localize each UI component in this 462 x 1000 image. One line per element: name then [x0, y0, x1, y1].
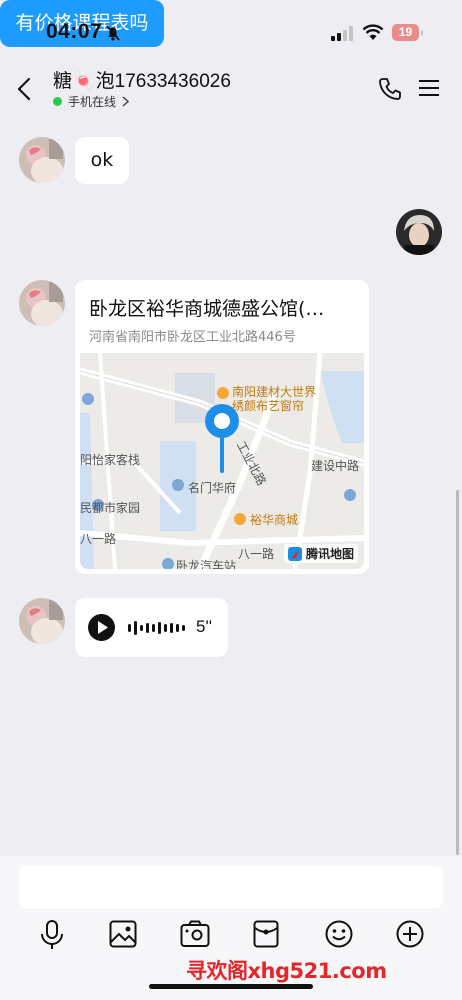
chat-header: 糖🍬泡17633436026 手机在线	[0, 62, 462, 116]
cellular-signal-icon	[331, 26, 353, 41]
battery-level: 19	[398, 25, 413, 39]
map-road-label: 八一路	[80, 532, 117, 546]
emoji-icon[interactable]	[325, 920, 353, 948]
contact-avatar[interactable]	[19, 598, 65, 644]
online-status-label: 手机在线	[68, 95, 117, 109]
location-title: 卧龙区裕华商城德盛公馆(…	[89, 298, 325, 320]
menu-icon[interactable]	[418, 79, 440, 97]
location-address: 河南省南阳市卧龙区工业北路446号	[89, 330, 296, 345]
map-road-label: 建设中路	[311, 459, 360, 473]
input-panel: 寻欢阁xhg521.com	[0, 856, 462, 1000]
battery-tip	[421, 30, 423, 36]
map-preview[interactable]: 南阳建材大世界 绣颜布艺窗帘 工业北路 建设中路 阳怡家客栈 名门华府 民都市家…	[80, 353, 364, 569]
home-indicator[interactable]	[149, 984, 313, 989]
phone-icon[interactable]	[377, 76, 403, 102]
map-poi-label: 卧龙汽车站	[176, 559, 237, 569]
status-time: 04:07	[46, 20, 103, 43]
map-provider-badge: 腾讯地图	[283, 544, 358, 563]
my-avatar[interactable]	[396, 209, 442, 255]
map-provider-label: 腾讯地图	[305, 547, 354, 561]
online-status[interactable]: 手机在线	[53, 93, 130, 110]
silent-bell-icon	[106, 25, 120, 41]
location-message-card[interactable]: 卧龙区裕华商城德盛公馆(… 河南省南阳市卧龙区工业北路446号 南阳建材大世界 …	[75, 280, 369, 574]
voice-duration: 5''	[196, 617, 212, 636]
status-bar: 04:07 19	[0, 0, 462, 62]
incoming-text-message[interactable]: ok	[75, 137, 129, 184]
online-dot	[53, 97, 62, 106]
microphone-icon[interactable]	[39, 920, 65, 950]
image-icon[interactable]	[109, 920, 137, 948]
map-poi-label: 裕华商城	[250, 513, 299, 527]
map-poi-label: 民都市家园	[80, 501, 141, 515]
map-poi-label: 阳怡家客栈	[80, 453, 141, 467]
contact-avatar[interactable]	[19, 137, 65, 183]
camera-icon[interactable]	[180, 920, 210, 948]
contact-avatar[interactable]	[19, 280, 65, 326]
play-icon[interactable]	[88, 614, 115, 641]
map-road-label: 八一路	[238, 547, 275, 561]
wifi-icon	[362, 24, 384, 40]
red-packet-icon[interactable]	[253, 920, 279, 948]
tencent-map-icon	[287, 546, 302, 561]
map-poi-label: 南阳建材大世界	[232, 385, 317, 399]
chat-scrollbar[interactable]	[456, 490, 459, 855]
map-poi-label: 名门华府	[188, 481, 237, 495]
chevron-right-icon	[122, 96, 130, 107]
plus-icon[interactable]	[396, 920, 424, 948]
message-input[interactable]	[19, 866, 443, 908]
map-poi-label: 绣颜布艺窗帘	[232, 399, 305, 413]
watermark-text: 寻欢阁xhg521.com	[186, 959, 387, 983]
back-icon[interactable]	[14, 76, 36, 102]
battery-indicator: 19	[392, 24, 419, 41]
voice-waveform-icon	[128, 621, 185, 635]
contact-name[interactable]: 糖🍬泡17633436026	[53, 66, 231, 93]
voice-message[interactable]: 5''	[75, 598, 228, 657]
